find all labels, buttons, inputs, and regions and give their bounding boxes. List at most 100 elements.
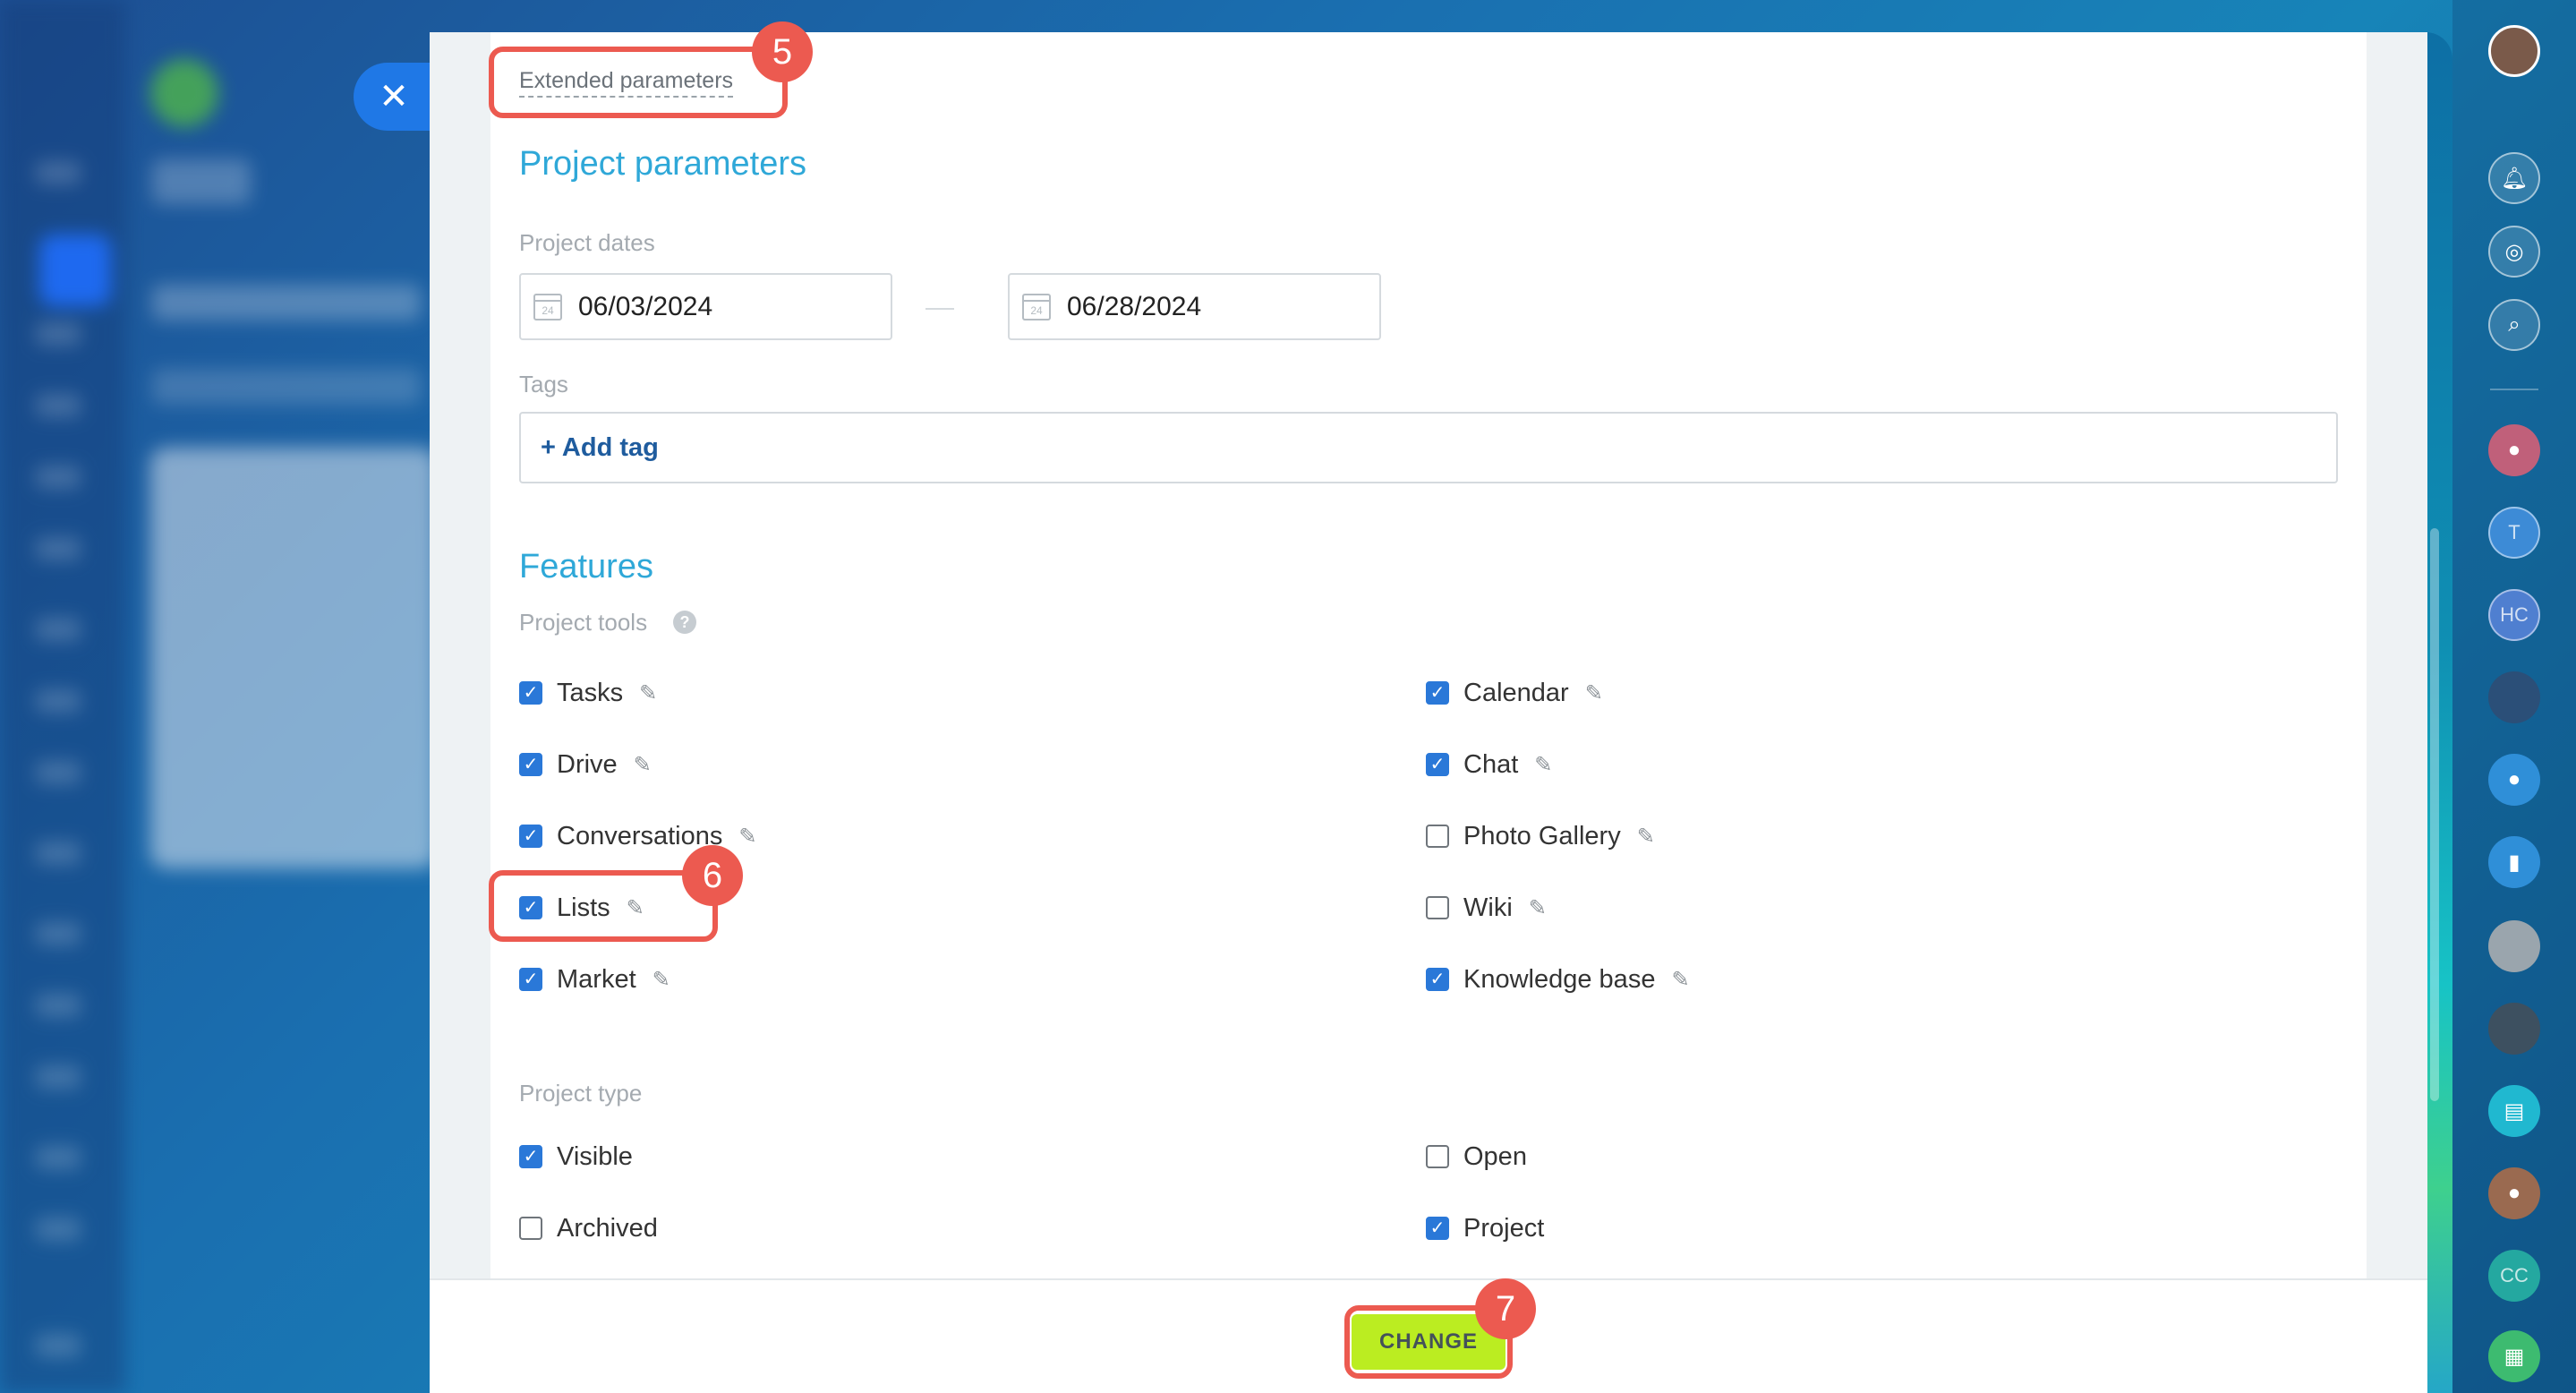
- background-card: [150, 448, 437, 868]
- group-icon: ●: [2507, 1181, 2521, 1205]
- tool-option-market[interactable]: ✓ Market ✎: [519, 961, 670, 997]
- user-avatar[interactable]: [2488, 25, 2540, 77]
- background-menu-item: [36, 922, 81, 945]
- group-icon: ●: [2507, 438, 2521, 462]
- background-app: [0, 0, 437, 1393]
- tool-option-knowledge-base[interactable]: ✓ Knowledge base ✎: [1426, 961, 1690, 997]
- features-title: Features: [519, 548, 653, 585]
- notifications-button[interactable]: 🔔︎: [2488, 152, 2540, 204]
- tool-option-drive[interactable]: ✓ Drive ✎: [519, 747, 652, 782]
- type-option-open[interactable]: Open: [1426, 1139, 1527, 1175]
- background-active-item: [39, 235, 111, 306]
- annotation-badge-5: 5: [752, 21, 813, 82]
- background-title: [152, 285, 421, 320]
- start-date-value: 06/03/2024: [578, 291, 713, 321]
- type-option-project[interactable]: ✓ Project: [1426, 1210, 1544, 1246]
- checkbox-checked[interactable]: ✓: [519, 825, 542, 848]
- rail-chat-news[interactable]: ▦: [2488, 1330, 2540, 1382]
- calendar-icon: 24: [1022, 293, 1051, 320]
- group-icon: ●: [2507, 767, 2521, 791]
- close-slider-button[interactable]: ✕: [354, 63, 434, 131]
- checkbox-unchecked[interactable]: [519, 1217, 542, 1240]
- project-type-label: Project type: [519, 1080, 643, 1107]
- pencil-icon[interactable]: ✎: [1529, 895, 1547, 921]
- end-date-input[interactable]: 24 06/28/2024: [1008, 273, 1381, 340]
- rail-chat-t[interactable]: T: [2488, 507, 2540, 559]
- annotation-badge-7: 7: [1475, 1278, 1536, 1339]
- background-menu-item: [36, 322, 81, 346]
- bell-icon: 🔔︎: [2500, 166, 2529, 191]
- type-option-visible[interactable]: ✓ Visible: [519, 1139, 633, 1175]
- rail-chat-group-3[interactable]: ●: [2488, 1167, 2540, 1219]
- rail-chat-avatar-3[interactable]: [2488, 1003, 2540, 1055]
- background-tab: [152, 159, 251, 204]
- background-menu-item: [36, 537, 81, 560]
- project-parameters-title: Project parameters: [519, 145, 807, 183]
- background-toolbar: [152, 369, 421, 405]
- background-menu-item: [36, 842, 81, 865]
- rail-bookmark[interactable]: ▮: [2488, 836, 2540, 888]
- pencil-icon[interactable]: ✎: [738, 824, 756, 850]
- checkbox-checked[interactable]: ✓: [519, 1145, 542, 1168]
- rail-separator: [2490, 389, 2538, 390]
- tool-option-chat[interactable]: ✓ Chat ✎: [1426, 747, 1552, 782]
- background-menu-item: [36, 466, 81, 489]
- annotation-highlight-5: [489, 47, 788, 118]
- target-icon: ◎: [2504, 239, 2524, 264]
- add-tag-link[interactable]: + Add tag: [541, 433, 659, 463]
- tool-option-calendar[interactable]: ✓ Calendar ✎: [1426, 675, 1603, 711]
- pencil-icon[interactable]: ✎: [639, 680, 657, 706]
- help-icon[interactable]: ?: [673, 611, 696, 634]
- background-menu-item: [36, 1334, 81, 1357]
- rail-chat-avatar[interactable]: [2488, 671, 2540, 723]
- background-menu-item: [36, 1146, 81, 1169]
- tool-option-tasks[interactable]: ✓ Tasks ✎: [519, 675, 657, 711]
- news-icon: ▦: [2503, 1344, 2525, 1369]
- background-menu-item: [36, 689, 81, 713]
- checkbox-unchecked[interactable]: [1426, 1145, 1449, 1168]
- project-tools-label: Project tools: [519, 609, 648, 636]
- tool-option-photo-gallery[interactable]: Photo Gallery ✎: [1426, 818, 1655, 854]
- rail-chat-hc[interactable]: HC: [2488, 589, 2540, 641]
- pencil-icon[interactable]: ✎: [1637, 824, 1655, 850]
- chat-icon: ▤: [2503, 1098, 2525, 1124]
- pencil-icon[interactable]: ✎: [1585, 680, 1603, 706]
- checkbox-unchecked[interactable]: [1426, 825, 1449, 848]
- tool-option-wiki[interactable]: Wiki ✎: [1426, 890, 1547, 926]
- project-dates-label: Project dates: [519, 229, 655, 256]
- activity-button[interactable]: ◎: [2488, 226, 2540, 278]
- rail-chat-avatar-2[interactable]: [2488, 920, 2540, 972]
- checkbox-checked[interactable]: ✓: [519, 681, 542, 705]
- rail-chat-cc[interactable]: CC: [2488, 1250, 2540, 1302]
- background-menu-item: [36, 994, 81, 1017]
- pencil-icon[interactable]: ✎: [1671, 967, 1689, 993]
- rail-chat-messages[interactable]: ▤: [2488, 1085, 2540, 1137]
- search-chat-icon: ⌕: [2508, 312, 2521, 337]
- project-settings-form: [490, 32, 2367, 1286]
- pencil-icon[interactable]: ✎: [1534, 752, 1552, 778]
- bookmark-icon: ▮: [2508, 850, 2521, 875]
- checkbox-checked[interactable]: ✓: [1426, 753, 1449, 776]
- annotation-badge-6: 6: [682, 845, 743, 906]
- pencil-icon[interactable]: ✎: [634, 752, 652, 778]
- start-date-input[interactable]: 24 06/03/2024: [519, 273, 892, 340]
- date-range-dash: [925, 308, 954, 310]
- pencil-icon[interactable]: ✎: [653, 967, 670, 993]
- calendar-icon: 24: [533, 293, 562, 320]
- checkbox-checked[interactable]: ✓: [1426, 681, 1449, 705]
- rail-chat-group-2[interactable]: ●: [2488, 754, 2540, 806]
- checkbox-checked[interactable]: ✓: [519, 968, 542, 991]
- checkbox-checked[interactable]: ✓: [519, 753, 542, 776]
- search-chats-button[interactable]: ⌕: [2488, 299, 2540, 351]
- scrollbar[interactable]: [2430, 528, 2439, 1101]
- checkbox-checked[interactable]: ✓: [1426, 1217, 1449, 1240]
- background-menu-item: [36, 618, 81, 641]
- checkbox-unchecked[interactable]: [1426, 896, 1449, 919]
- end-date-value: 06/28/2024: [1067, 291, 1202, 321]
- rail-chat-group[interactable]: ●: [2488, 424, 2540, 476]
- tags-field[interactable]: + Add tag: [519, 412, 2338, 483]
- type-option-archived[interactable]: Archived: [519, 1210, 658, 1246]
- checkbox-checked[interactable]: ✓: [1426, 968, 1449, 991]
- background-menu-item: [36, 1218, 81, 1241]
- background-menu-item: [36, 394, 81, 417]
